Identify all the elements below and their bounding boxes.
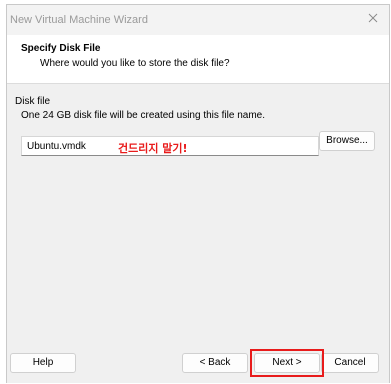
wizard-window: New Virtual Machine Wizard Specify Disk …: [6, 4, 390, 383]
content-area: Disk file One 24 GB disk file will be cr…: [7, 84, 389, 338]
disk-file-group-label: Disk file: [15, 96, 51, 107]
page-subtitle: Where would you like to store the disk f…: [40, 58, 230, 69]
back-button[interactable]: < Back: [182, 353, 248, 373]
page-title: Specify Disk File: [21, 43, 101, 54]
window-title: New Virtual Machine Wizard: [10, 14, 148, 26]
next-button-highlight: [250, 349, 324, 377]
disk-file-description: One 24 GB disk file will be created usin…: [21, 110, 266, 121]
browse-button[interactable]: Browse...: [319, 131, 375, 151]
close-icon[interactable]: [365, 10, 381, 26]
disk-file-value: Ubuntu.vmdk: [27, 141, 86, 152]
help-button[interactable]: Help: [10, 353, 76, 373]
warning-annotation: 건드리지 말기!: [118, 142, 188, 155]
wizard-header: Specify Disk File Where would you like t…: [7, 35, 389, 84]
title-bar: New Virtual Machine Wizard: [7, 5, 389, 35]
cancel-button[interactable]: Cancel: [321, 353, 379, 373]
